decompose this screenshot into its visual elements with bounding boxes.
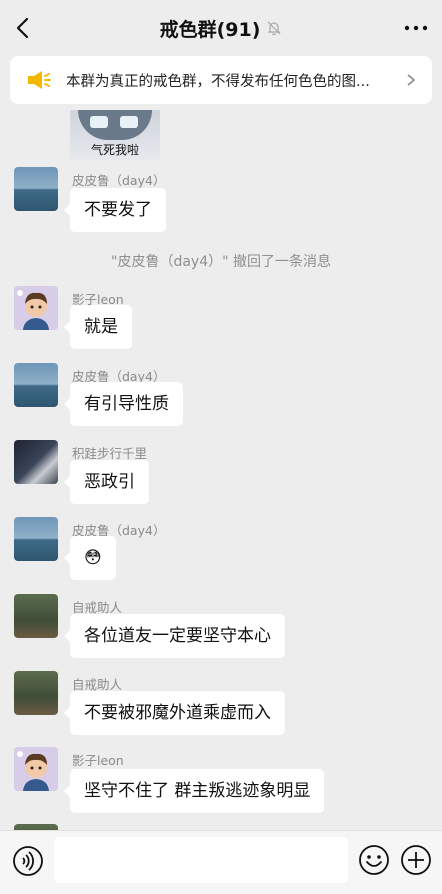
chat-message-list[interactable]: 气死我啦 皮皮鲁（day4） 不要发了 "皮皮鲁（day4）" 撤回了一条消息 … [0,104,442,830]
avatar[interactable] [14,671,58,715]
sticker-eye [120,116,138,128]
message-bubble[interactable]: 坚守不住了 群主叛逃迹象明显 [63,769,325,813]
sticker-image[interactable]: 气死我啦 [70,110,160,160]
sender-name: 皮皮鲁（day4） [72,173,166,188]
input-bar [0,830,442,894]
message-bubble[interactable]: 不要发了 [64,188,166,232]
avatar[interactable] [14,363,58,407]
avatar[interactable] [14,594,58,638]
plus-circle-icon[interactable] [400,844,432,876]
avatar[interactable] [14,747,58,791]
bell-off-icon [267,21,281,36]
sender-name: 影子leon [72,753,124,768]
system-message: "皮皮鲁（day4）" 撤回了一条消息 [111,254,331,270]
cartoon-avatar-icon [14,747,58,791]
message-bubble[interactable]: 😳 [64,536,116,580]
message-input[interactable] [54,837,348,883]
message-bubble[interactable]: 就是 [64,305,132,349]
title-wrap: 戒色群(91) [160,15,283,42]
chevron-left-icon[interactable] [10,14,38,42]
message-bubble[interactable]: 各位道友一定要坚守本心 [64,614,285,658]
chat-header: 戒色群(91) [0,0,442,56]
sticker-eye [90,116,108,128]
notice-text: 本群为真正的戒色群，不得发布任何色色的图... [66,73,370,90]
emoji-icon[interactable] [358,844,390,876]
group-notice-banner[interactable]: 本群为真正的戒色群，不得发布任何色色的图... [10,56,432,104]
message-bubble[interactable]: 不要被邪魔外道乘虚而入 [64,691,285,735]
cartoon-avatar-icon [14,286,58,330]
avatar[interactable] [14,440,58,484]
megaphone-icon [28,71,51,89]
avatar[interactable] [14,167,58,211]
more-dots-icon[interactable] [402,16,430,40]
page-title: 戒色群(91) [159,18,261,41]
avatar[interactable] [14,517,58,561]
sticker-caption: 气死我啦 [90,143,139,157]
message-bubble[interactable]: 恶政引 [64,460,149,504]
avatar[interactable] [14,286,58,330]
message-bubble[interactable]: 有引导性质 [64,382,183,426]
voice-icon[interactable] [12,845,44,877]
chevron-right-icon [407,74,416,86]
